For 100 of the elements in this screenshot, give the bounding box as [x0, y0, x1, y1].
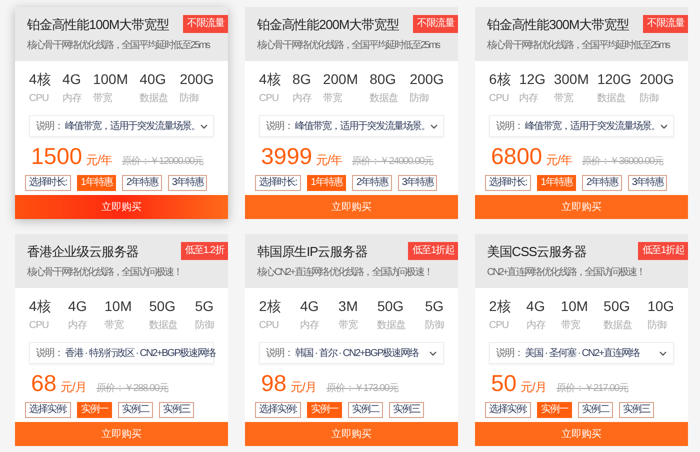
spec-value: 4核 [29, 298, 51, 316]
description-label: 说明： [496, 347, 523, 360]
spec-value: 5G [425, 298, 444, 314]
option-button[interactable]: 2年特惠 [352, 175, 392, 191]
spec-label: 内存 [526, 318, 546, 332]
price: 98 [261, 370, 287, 397]
spec-value: 10G [648, 298, 674, 314]
spec-label: 带宽 [92, 92, 113, 105]
option-button[interactable]: 3年特惠 [168, 175, 208, 191]
spec-label: 防御 [180, 92, 200, 105]
original-price: 原价：￥288.00元 [96, 382, 168, 395]
option-button[interactable]: 3年特惠 [628, 175, 668, 191]
option-button[interactable]: 实例二 [578, 402, 613, 418]
spec-value: 4G [300, 298, 320, 314]
option-label: 选择实例: [255, 402, 301, 418]
spec-value: 200G [410, 71, 444, 87]
spec-label: 数据盘 [370, 92, 398, 105]
spec-value: 10M [104, 298, 132, 314]
price: 6800 [491, 143, 542, 170]
spec-value: 3M [338, 298, 358, 314]
description-dropdown[interactable]: 说明： 峰值带宽，适用于突发流量场景。 [29, 115, 214, 137]
option-button[interactable]: 2年特惠 [582, 175, 622, 191]
description-label: 说明： [496, 120, 523, 133]
option-button[interactable]: 实例三 [388, 402, 424, 418]
spec-value: 6核 [489, 71, 511, 89]
spec-value: 4G [62, 71, 82, 87]
description-dropdown[interactable]: 说明： 美国 · 圣何塞 · CN2+直连网络 [489, 342, 674, 364]
card-subtitle: 核心骨干网络优化线路，全国平均延时低至25ms [257, 38, 440, 52]
description-dropdown[interactable]: 说明： 韩国 · 首尔 · CN2+BGP极速网络 [259, 342, 444, 364]
spec-value: 4G [526, 298, 546, 314]
description-dropdown[interactable]: 说明： 峰值带宽，适用于突发流量场景。 [259, 115, 444, 137]
original-price: 原价：￥36000.00元 [582, 155, 664, 168]
description-text: 峰值带宽，适用于突发流量场景。 [295, 120, 430, 133]
option-button[interactable]: 实例三 [618, 402, 654, 418]
description-text: 韩国 · 首尔 · CN2+BGP极速网络 [295, 346, 419, 360]
description-text: 香港 · 特别行政区 · CN2+BGP极速网络 [65, 346, 216, 360]
spec-label: 内存 [300, 318, 320, 332]
spec-value: 2核 [489, 298, 511, 316]
description-label: 说明： [266, 120, 293, 133]
card-title: 铂金高性能200M大带宽型 [257, 16, 399, 32]
spec-value: 8G [292, 71, 312, 87]
card-title: 铂金高性能300M大带宽型 [487, 16, 629, 32]
spec-value: 80G [370, 71, 398, 87]
spec-label: 内存 [62, 92, 82, 105]
spec-value: 12G [519, 71, 546, 87]
option-button[interactable]: 2年特惠 [122, 175, 162, 191]
option-button[interactable]: 实例三 [158, 402, 194, 418]
original-price: 原价：￥217.00元 [556, 382, 628, 395]
spec-label: CPU [259, 93, 280, 104]
spec-value: 50G [604, 298, 631, 314]
option-button[interactable]: 实例二 [348, 402, 383, 418]
spec-label: 防御 [648, 318, 668, 332]
option-button[interactable]: 实例二 [118, 402, 153, 418]
spec-value: 4核 [259, 71, 281, 89]
spec-value: 5G [194, 298, 214, 314]
spec-label: CPU [259, 320, 280, 331]
card-subtitle: 核心CN2+直连网络优化线路，全国访问极速！ [257, 266, 432, 278]
promo-badge: 低至1折起 [408, 242, 458, 260]
spec-value: 300M [554, 71, 589, 87]
description-dropdown[interactable]: 说明： 香港 · 特别行政区 · CN2+BGP极速网络 [29, 342, 214, 364]
card-title: 美国CSS云服务器 [487, 244, 586, 260]
price-unit: 元/月 [520, 379, 546, 396]
spec-value: 4G [68, 298, 88, 314]
spec-label: 带宽 [104, 318, 125, 332]
option-button[interactable]: 3年特惠 [398, 175, 438, 191]
card-subtitle: 核心骨干网络优化线路，全国访问极速！ [27, 266, 182, 278]
spec-label: CPU [489, 93, 510, 104]
spec-label: 数据盘 [597, 92, 627, 105]
spec-label: 数据盘 [140, 92, 168, 105]
spec-label: CPU [489, 320, 510, 331]
price: 68 [31, 370, 57, 397]
spec-value: 50G [377, 298, 405, 314]
option-label: 选择时长: [25, 175, 71, 191]
card-title: 韩国原生IP云服务器 [257, 244, 368, 260]
option-label: 选择实例: [485, 402, 531, 418]
spec-label: 内存 [292, 92, 312, 105]
description-text: 美国 · 圣何塞 · CN2+直连网络 [525, 346, 640, 360]
option-label: 选择时长: [485, 175, 531, 191]
spec-value: 200M [322, 71, 358, 87]
spec-value: 40G [140, 71, 168, 87]
spec-value: 50G [149, 298, 177, 314]
spec-label: 防御 [194, 318, 214, 332]
promo-badge: 不限流量 [183, 15, 228, 33]
price: 1500 [31, 143, 82, 170]
spec-label: 防御 [640, 92, 660, 105]
description-label: 说明： [36, 120, 63, 133]
spec-label: 带宽 [560, 318, 581, 332]
description-text: 峰值带宽，适用于突发流量场景。 [525, 120, 660, 133]
spec-value: 120G [597, 71, 632, 87]
buy-now-button[interactable]: 立即购买 [15, 195, 228, 219]
card-title: 香港企业级云服务器 [27, 244, 139, 260]
original-price: 原价：￥12000.00元 [122, 155, 204, 168]
spec-label: CPU [29, 320, 50, 331]
description-dropdown[interactable]: 说明： 峰值带宽，适用于突发流量场景。 [489, 115, 674, 137]
description-label: 说明： [36, 347, 63, 360]
promo-badge: 不限流量 [643, 15, 688, 33]
price-unit: 元/月 [290, 379, 316, 396]
spec-label: 内存 [68, 318, 88, 332]
card-subtitle: 核心骨干网络优化线路，全国平均延时低至25ms [27, 38, 210, 52]
price-unit: 元/年 [316, 152, 342, 169]
